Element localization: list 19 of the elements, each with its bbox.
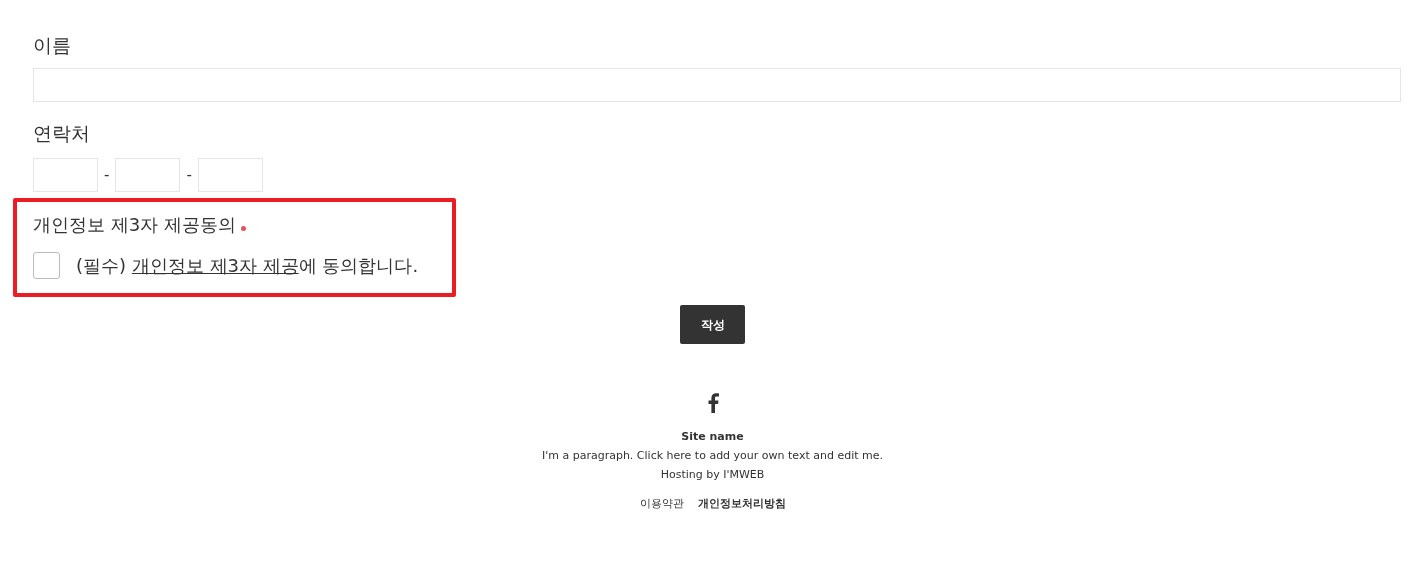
consent-title: 개인정보 제3자 제공동의: [33, 213, 236, 237]
field-label: 이름: [33, 33, 72, 58]
hosting-text: Hosting by I'MWEB: [660, 467, 765, 483]
phone-input-field[interactable]: [33, 158, 98, 192]
consent-checkbox[interactable]: [33, 252, 60, 279]
phone-input-field[interactable]: [197, 158, 263, 192]
footer-link[interactable]: 이용약관: [639, 494, 684, 513]
facebook-icon[interactable]: [706, 393, 719, 413]
separator-text: -: [104, 164, 110, 186]
name-input-field[interactable]: [33, 68, 1401, 102]
consent-link[interactable]: 개인정보 제3자 제공: [131, 254, 299, 276]
site-name: Site name: [681, 429, 744, 445]
phone-input-field[interactable]: [115, 158, 181, 192]
submit-button[interactable]: 작성: [680, 305, 745, 344]
consent-sentence: (필수) 개인정보 제3자 제공에 동의합니다.: [76, 253, 419, 278]
footer-link[interactable]: 개인정보처리방침: [697, 494, 786, 513]
field-label: 연락처: [33, 121, 91, 146]
footer-paragraph: I'm a paragraph. Click here to add your own text and edit me.: [541, 448, 884, 464]
separator-text: -: [186, 164, 192, 186]
